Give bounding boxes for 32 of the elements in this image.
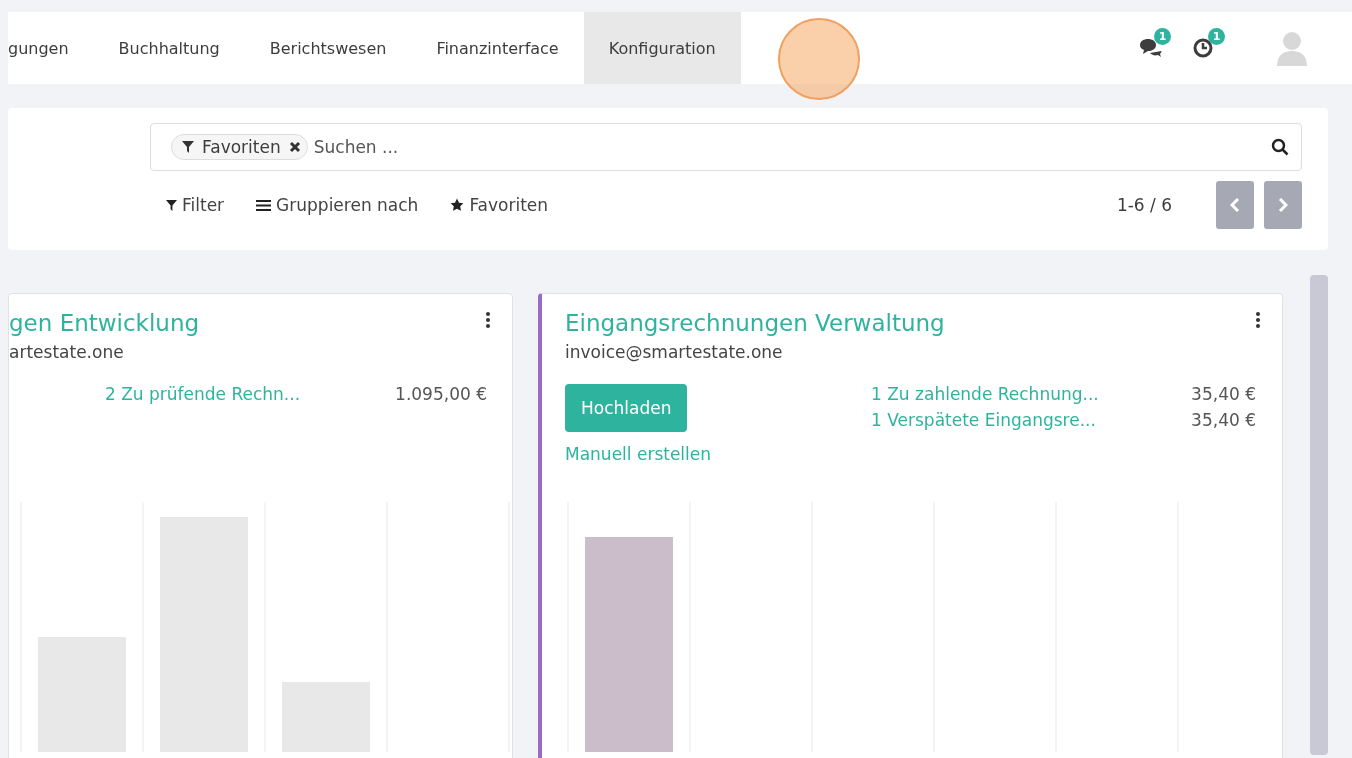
funnel-icon xyxy=(166,199,177,211)
filter-button[interactable]: Filter xyxy=(166,195,225,215)
menu-item[interactable]: gungen xyxy=(8,12,94,84)
notification-badge: 1 xyxy=(1154,28,1171,45)
clock-icon[interactable] xyxy=(1192,37,1214,59)
chevron-left-icon xyxy=(1230,198,1240,212)
more-icon[interactable] xyxy=(486,312,490,328)
stat-amount: 35,40 € xyxy=(1190,410,1256,430)
pager-value: 1-6 / 6 xyxy=(1116,195,1172,215)
filter-facet[interactable]: Favoriten xyxy=(171,134,308,160)
close-icon[interactable] xyxy=(288,141,301,153)
stat-amount: 1.095,00 € xyxy=(394,384,487,404)
stat-amount: 35,40 € xyxy=(1190,384,1256,404)
chat-icon[interactable] xyxy=(1138,37,1162,59)
funnel-icon xyxy=(182,141,194,153)
notification-badge: 1 xyxy=(1208,28,1225,45)
star-icon xyxy=(450,198,465,212)
menu-item[interactable]: Finanzinterface xyxy=(411,12,584,84)
group-by-button[interactable]: Gruppieren nach xyxy=(256,195,419,215)
favorites-button[interactable]: Favoriten xyxy=(450,195,549,215)
chevron-right-icon xyxy=(1278,198,1288,212)
facet-label: Favoriten xyxy=(202,137,281,157)
menu-item[interactable]: Konfiguration xyxy=(583,12,741,84)
more-icon[interactable] xyxy=(1256,312,1260,328)
search-field[interactable]: Favoriten Suchen ... xyxy=(150,123,1302,171)
scrollbar[interactable] xyxy=(1310,275,1328,755)
menu-item[interactable]: Buchhaltung xyxy=(93,12,245,84)
list-icon xyxy=(256,199,272,211)
menu-item[interactable]: Berichtswesen xyxy=(244,12,412,84)
journal-email: invoice@smartestate.one xyxy=(565,342,784,362)
search-icon[interactable] xyxy=(1271,138,1289,156)
journal-email: artestate.one xyxy=(9,342,125,362)
